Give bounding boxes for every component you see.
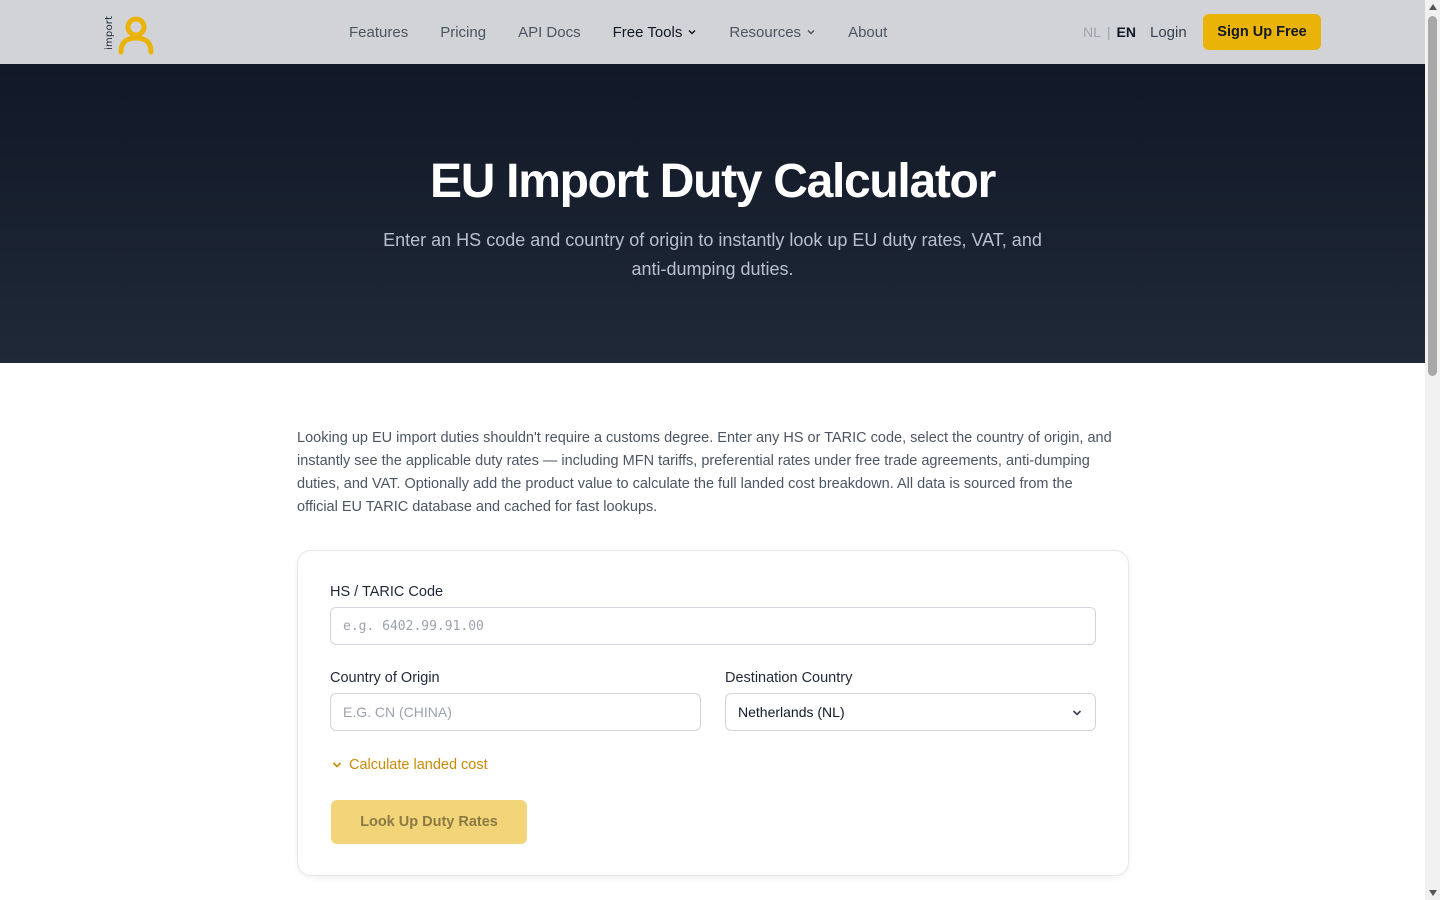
nav-features-label: Features — [349, 23, 409, 41]
origin-country-input[interactable]: E.G. CN (CHINA) — [330, 693, 701, 731]
landed-cost-toggle[interactable]: Calculate landed cost — [331, 757, 488, 773]
logo[interactable]: import — [104, 14, 156, 55]
top-navigation-bar: import Features Pricing API Docs Free To… — [0, 0, 1425, 64]
hs-code-input[interactable]: e.g. 6402.99.91.00 — [330, 607, 1096, 645]
nav-pricing-label: Pricing — [440, 23, 487, 41]
main-nav: Features Pricing API Docs Free Tools Res… — [349, 0, 919, 64]
chevron-down-icon — [806, 27, 816, 37]
chevron-down-icon — [1071, 706, 1083, 722]
hero-subtitle: Enter an HS code and country of origin t… — [383, 230, 1042, 279]
look-up-duty-rates-button[interactable]: Look Up Duty Rates — [331, 800, 527, 844]
nav-about-label: About — [848, 23, 888, 41]
lang-nl[interactable]: NL — [1083, 24, 1101, 40]
duty-lookup-form: HS / TARIC Code e.g. 6402.99.91.00 Count… — [297, 550, 1129, 876]
nav-api-docs-label: API Docs — [518, 23, 581, 41]
language-switcher: NL | EN — [1083, 0, 1136, 64]
scroll-up-arrow-icon[interactable] — [1429, 4, 1437, 10]
destination-country-select[interactable]: Netherlands (NL) — [725, 693, 1096, 731]
nav-free-tools-label: Free Tools — [612, 23, 683, 41]
logo-text: import — [104, 15, 115, 50]
landed-cost-toggle-label: Calculate landed cost — [349, 757, 488, 773]
nav-about[interactable]: About — [848, 24, 887, 41]
destination-country-value: Netherlands (NL) — [738, 704, 845, 720]
login-link[interactable]: Login — [1150, 0, 1187, 64]
scrollbar-thumb[interactable] — [1428, 16, 1437, 376]
nav-resources[interactable]: Resources — [729, 24, 816, 41]
nav-api-docs[interactable]: API Docs — [518, 24, 581, 41]
hs-code-placeholder: e.g. 6402.99.91.00 — [343, 618, 484, 634]
nav-features[interactable]: Features — [349, 24, 408, 41]
lang-en[interactable]: EN — [1117, 24, 1136, 40]
lang-separator: | — [1106, 24, 1111, 40]
chevron-down-icon — [331, 759, 343, 771]
nav-pricing[interactable]: Pricing — [440, 24, 486, 41]
page-scrollbar[interactable] — [1425, 0, 1440, 900]
origin-country-label: Country of Origin — [330, 670, 440, 686]
sign-up-button[interactable]: Sign Up Free — [1203, 14, 1321, 50]
nav-resources-label: Resources — [729, 23, 802, 41]
page-title: EU Import Duty Calculator — [430, 155, 996, 208]
origin-country-placeholder: E.G. CN (CHINA) — [343, 704, 452, 720]
nav-free-tools[interactable]: Free Tools — [613, 24, 698, 41]
hero-section: EU Import Duty Calculator Enter an HS co… — [0, 64, 1425, 363]
scroll-down-arrow-icon[interactable] — [1429, 890, 1437, 896]
chevron-down-icon — [687, 27, 697, 37]
hs-code-label: HS / TARIC Code — [330, 584, 444, 600]
logo-icon — [118, 16, 154, 55]
intro-paragraph: Looking up EU import duties shouldn't re… — [297, 430, 1112, 515]
destination-country-label: Destination Country — [725, 670, 853, 686]
